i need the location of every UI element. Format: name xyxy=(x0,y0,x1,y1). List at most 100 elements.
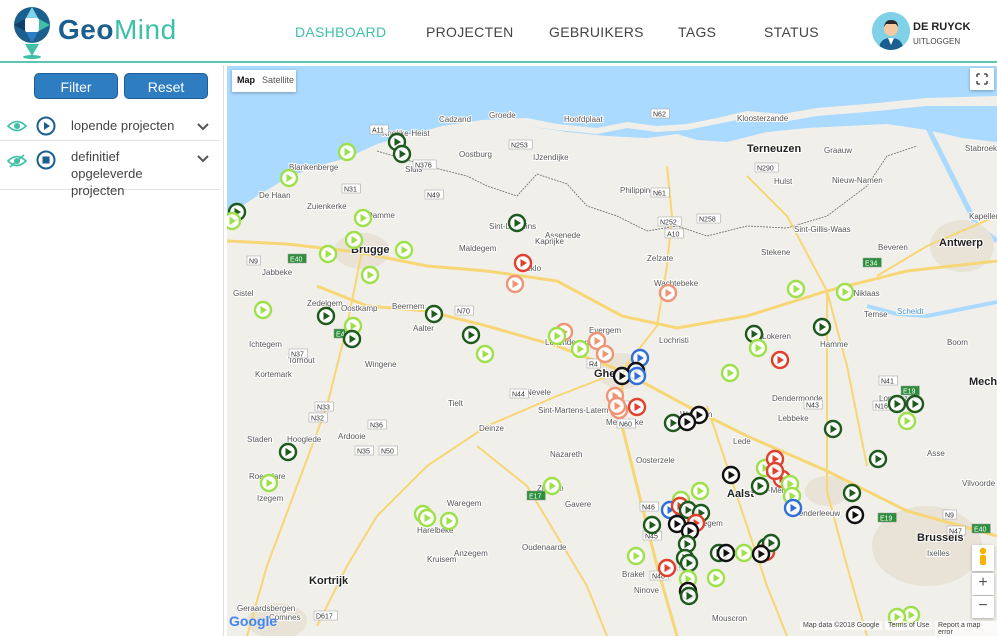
map-type-map[interactable]: Map xyxy=(237,75,255,85)
avatar[interactable] xyxy=(872,12,910,50)
project-marker[interactable] xyxy=(461,325,481,345)
report-error-link[interactable]: Report a map error xyxy=(935,621,997,637)
fullscreen-button[interactable] xyxy=(970,68,994,90)
zoom-out-button[interactable]: − xyxy=(972,596,994,618)
project-marker[interactable] xyxy=(360,265,380,285)
project-marker[interactable] xyxy=(253,300,273,320)
project-marker[interactable] xyxy=(475,344,495,364)
project-marker[interactable] xyxy=(868,449,888,469)
road-shield-label: N62 xyxy=(653,111,666,118)
top-header: GeoMind DASHBOARD PROJECTEN GEBRUIKERS T… xyxy=(0,0,997,63)
project-marker[interactable] xyxy=(394,240,414,260)
map-place-label: Oosterzele xyxy=(636,456,675,465)
project-marker[interactable] xyxy=(720,363,740,383)
project-marker[interactable] xyxy=(627,366,647,386)
project-marker[interactable] xyxy=(278,442,298,462)
project-marker[interactable] xyxy=(439,511,459,531)
project-marker[interactable] xyxy=(607,396,627,416)
map-place-label: De Haan xyxy=(259,191,291,200)
map-road xyxy=(476,445,608,636)
eye-slash-icon[interactable] xyxy=(7,154,27,168)
chevron-down-icon[interactable] xyxy=(196,154,210,164)
project-marker[interactable] xyxy=(612,366,632,386)
project-marker[interactable] xyxy=(505,274,525,294)
project-marker[interactable] xyxy=(626,546,646,566)
project-marker[interactable] xyxy=(823,419,843,439)
map-place-label: Ardooie xyxy=(338,432,366,441)
project-marker[interactable] xyxy=(657,558,677,578)
project-marker[interactable] xyxy=(706,568,726,588)
project-marker[interactable] xyxy=(507,213,527,233)
reset-button[interactable]: Reset xyxy=(124,73,208,99)
sidebar-item-lopende[interactable]: lopende projecten xyxy=(0,107,220,141)
project-marker[interactable] xyxy=(679,586,699,606)
project-marker[interactable] xyxy=(570,339,590,359)
project-marker[interactable] xyxy=(770,350,790,370)
project-marker[interactable] xyxy=(812,317,832,337)
zoom-in-button[interactable]: + xyxy=(972,573,994,595)
eye-icon[interactable] xyxy=(7,119,27,133)
project-marker[interactable] xyxy=(627,397,647,417)
chevron-down-icon[interactable] xyxy=(196,122,210,132)
project-marker[interactable] xyxy=(227,211,242,231)
map-place-label: Mechelen xyxy=(969,376,997,388)
road-shield-label: N290 xyxy=(757,165,774,172)
map-place-label: Hoofdplaat xyxy=(564,115,603,124)
project-marker[interactable] xyxy=(342,329,362,349)
map-place-label: Oudenaarde xyxy=(522,543,567,552)
project-marker[interactable] xyxy=(424,304,444,324)
project-marker[interactable] xyxy=(658,283,678,303)
project-marker[interactable] xyxy=(279,168,299,188)
project-marker[interactable] xyxy=(259,473,279,493)
project-marker[interactable] xyxy=(750,476,770,496)
project-marker[interactable] xyxy=(392,144,412,164)
project-marker[interactable] xyxy=(721,465,741,485)
project-marker[interactable] xyxy=(842,483,862,503)
pegman-button[interactable] xyxy=(972,545,994,571)
project-marker[interactable] xyxy=(897,411,917,431)
nav-projecten[interactable]: PROJECTEN xyxy=(426,24,514,40)
project-marker[interactable] xyxy=(316,306,336,326)
map-tiles[interactable]: Knokke-Heist Cadzand Groede Hoofdplaat Terne… xyxy=(227,66,997,636)
project-marker[interactable] xyxy=(765,461,785,481)
project-marker[interactable] xyxy=(751,544,771,564)
project-marker[interactable] xyxy=(595,344,615,364)
nav-dashboard[interactable]: DASHBOARD xyxy=(295,24,386,40)
project-marker[interactable] xyxy=(905,394,925,414)
project-marker[interactable] xyxy=(690,481,710,501)
project-marker[interactable] xyxy=(542,476,562,496)
project-marker[interactable] xyxy=(547,326,567,346)
project-marker[interactable] xyxy=(417,508,437,528)
sidebar-item-opgeleverd[interactable]: definitief opgeleverde projecten xyxy=(0,142,220,198)
project-marker[interactable] xyxy=(716,543,736,563)
map-place-label: Groede xyxy=(489,111,516,120)
project-marker[interactable] xyxy=(679,553,699,573)
project-marker[interactable] xyxy=(318,244,338,264)
project-marker[interactable] xyxy=(845,505,865,525)
project-marker[interactable] xyxy=(642,515,662,535)
project-marker[interactable] xyxy=(353,208,373,228)
logout-link[interactable]: UITLOGGEN xyxy=(913,37,960,46)
terms-link[interactable]: Terms of Use xyxy=(885,621,933,630)
play-icon xyxy=(36,116,56,136)
geomind-logo-icon[interactable] xyxy=(8,4,56,60)
project-marker[interactable] xyxy=(783,498,803,518)
nav-tags[interactable]: TAGS xyxy=(678,24,716,40)
project-marker[interactable] xyxy=(337,142,357,162)
project-marker[interactable] xyxy=(734,543,754,563)
project-marker[interactable] xyxy=(835,282,855,302)
map-type-satellite[interactable]: Satellite xyxy=(262,75,294,85)
project-marker[interactable] xyxy=(513,253,533,273)
nav-gebruikers[interactable]: GEBRUIKERS xyxy=(549,24,644,40)
project-marker[interactable] xyxy=(887,394,907,414)
map-place-label: Hamme xyxy=(820,340,849,349)
project-marker[interactable] xyxy=(786,279,806,299)
map-place-label: Anzegem xyxy=(454,549,488,558)
project-marker[interactable] xyxy=(344,230,364,250)
project-marker[interactable] xyxy=(677,412,697,432)
brand-name[interactable]: GeoMind xyxy=(58,14,177,46)
filter-button[interactable]: Filter xyxy=(34,73,118,99)
project-marker[interactable] xyxy=(748,338,768,358)
map-canvas[interactable]: Knokke-Heist Cadzand Groede Hoofdplaat Terne… xyxy=(227,66,997,636)
nav-status[interactable]: STATUS xyxy=(764,24,819,40)
